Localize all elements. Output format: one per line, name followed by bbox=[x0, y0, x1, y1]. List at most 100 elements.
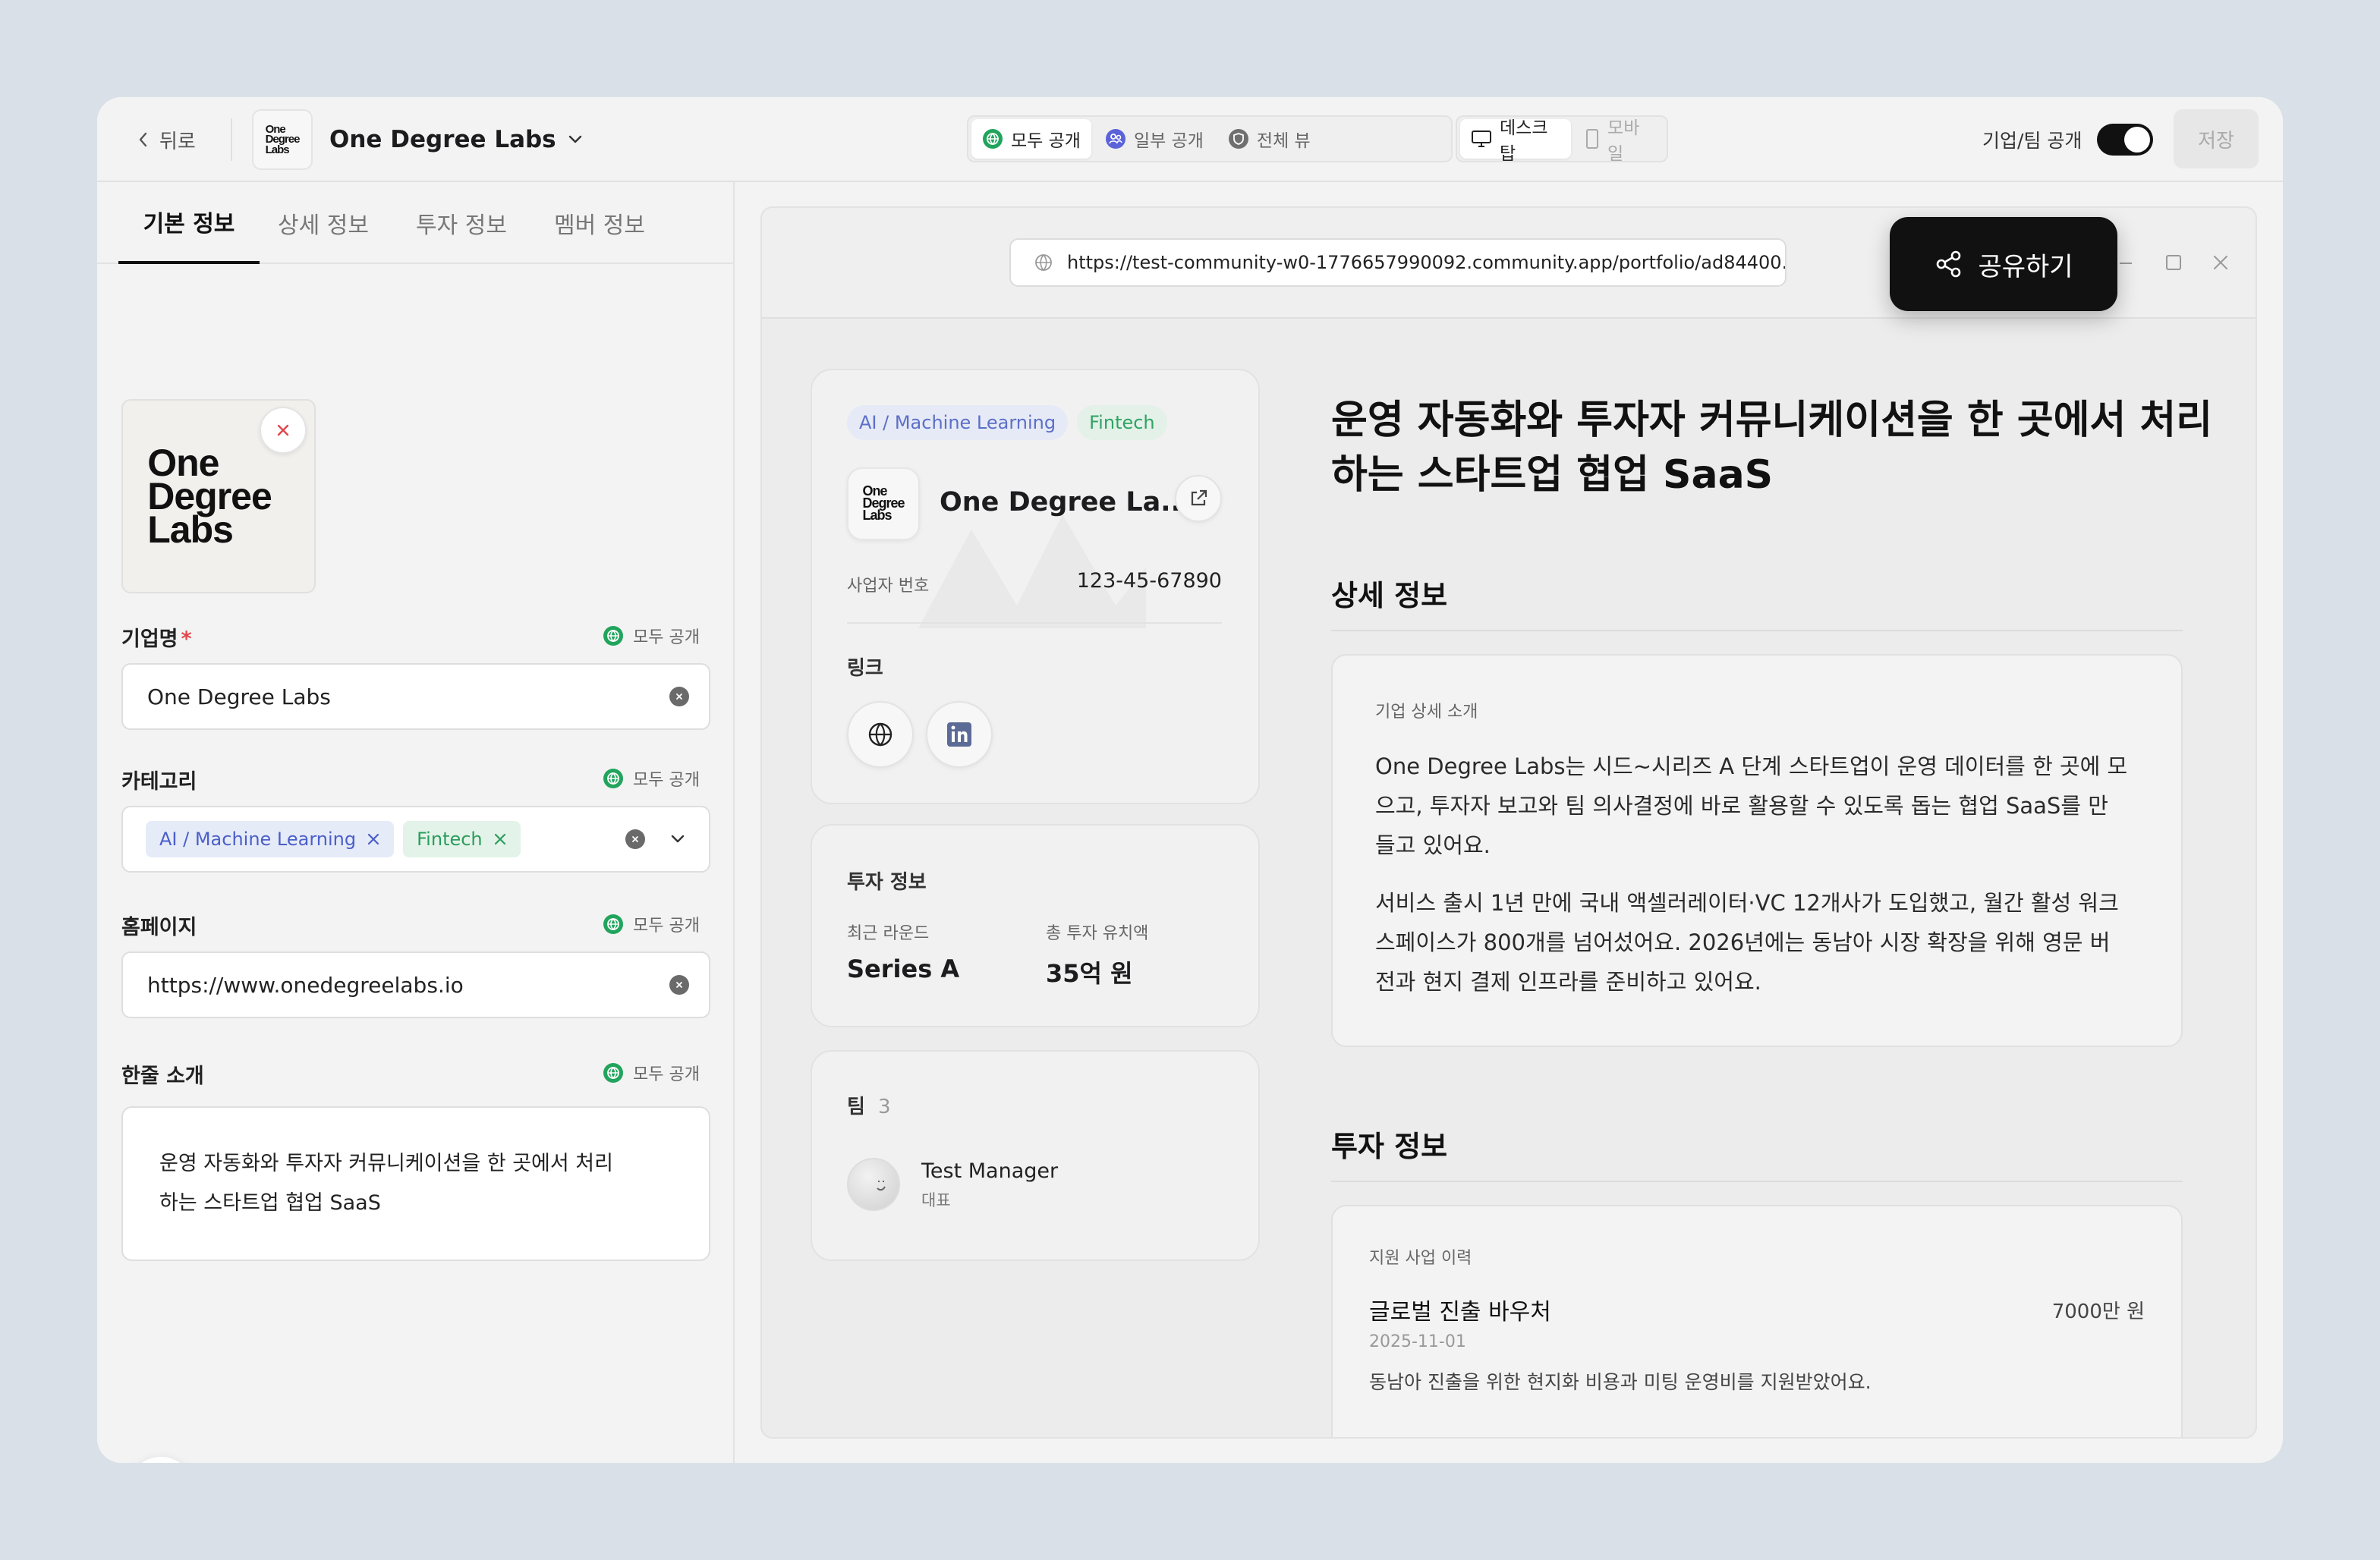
homepage-visibility[interactable]: 모두 공개 bbox=[603, 912, 700, 936]
headline-line: 하는 스타트업 협업 SaaS bbox=[1331, 452, 1774, 498]
close-icon[interactable] bbox=[493, 832, 507, 846]
category-select[interactable]: AI / Machine Learning Fintech bbox=[121, 806, 710, 873]
back-label: 뒤로 bbox=[159, 130, 196, 153]
name-label-text: 기업명 bbox=[121, 627, 178, 651]
biz-number-value: 123-45-67890 bbox=[1076, 569, 1222, 593]
name-field-label: 기업명 * bbox=[121, 622, 192, 652]
program-name: 글로벌 진출 바우처 bbox=[1369, 1299, 1551, 1326]
website-link-button[interactable] bbox=[847, 701, 914, 768]
users-icon bbox=[1105, 128, 1126, 149]
member-role: 대표 bbox=[921, 1191, 951, 1209]
visibility-all-label: 모두 공개 bbox=[1011, 131, 1081, 151]
investment-heading: 투자 정보 bbox=[1331, 1130, 1448, 1163]
team-count: 3 bbox=[877, 1096, 891, 1118]
close-icon bbox=[275, 423, 291, 438]
remove-logo-button[interactable] bbox=[260, 407, 307, 454]
widget-button[interactable] bbox=[128, 1457, 194, 1463]
name-visibility[interactable]: 모두 공개 bbox=[603, 624, 700, 648]
chevron-down-icon[interactable] bbox=[669, 834, 686, 844]
close-icon[interactable] bbox=[2212, 253, 2230, 275]
divider bbox=[231, 118, 232, 161]
globe-icon bbox=[867, 721, 894, 748]
edit-tabs: 기본 정보 상세 정보 투자 정보 멤버 정보 bbox=[97, 182, 735, 264]
globe-icon bbox=[603, 914, 624, 935]
tag-label: Fintech bbox=[417, 829, 483, 850]
tag-label: AI / Machine Learning bbox=[159, 829, 357, 850]
program-date: 2025-11-01 bbox=[1369, 1332, 1466, 1351]
preview-headline: 운영 자동화와 투자자 커뮤니케이션을 한 곳에서 처리 하는 스타트업 협업 … bbox=[1331, 393, 2212, 502]
device-segment: 데스크탑 모바일 bbox=[1456, 115, 1668, 164]
category-tag-fintech: Fintech bbox=[1077, 405, 1167, 440]
support-history-label: 지원 사업 이력 bbox=[1369, 1249, 1472, 1268]
homepage-field-label: 홈페이지 bbox=[121, 916, 197, 939]
clear-icon[interactable] bbox=[625, 829, 645, 849]
save-button[interactable]: 저장 bbox=[2174, 109, 2259, 168]
category-tag-fintech: Fintech bbox=[403, 821, 521, 857]
tab-basic-info[interactable]: 기본 정보 bbox=[118, 182, 260, 264]
visibility-full-view-label: 전체 뷰 bbox=[1256, 131, 1311, 151]
close-icon[interactable] bbox=[367, 832, 380, 846]
watermark-shape bbox=[918, 514, 1146, 628]
profile-card: AI / Machine Learning Fintech One Degree… bbox=[811, 369, 1260, 804]
monitor-icon bbox=[1471, 129, 1492, 149]
detail-paragraph-1: One Degree Labs는 시드~시리즈 A 단계 스타트업이 운영 데이… bbox=[1375, 747, 2127, 865]
category-tag-ai: AI / Machine Learning bbox=[146, 821, 395, 857]
avatar[interactable] bbox=[847, 1158, 900, 1211]
paragraph-line: 스페이스가 800개를 넘어섰어요. 2026년에는 동남아 시장 확장을 위해… bbox=[1375, 929, 2111, 955]
tab-investment-info[interactable]: 투자 정보 bbox=[416, 182, 507, 264]
intro-field-label: 한줄 소개 bbox=[121, 1065, 204, 1088]
visibility-segment: 모두 공개 일부 공개 전체 뷰 bbox=[967, 115, 1453, 162]
clear-icon[interactable] bbox=[669, 975, 689, 995]
external-link-icon bbox=[1188, 488, 1209, 509]
intro-visibility[interactable]: 모두 공개 bbox=[603, 1061, 700, 1085]
maximize-icon[interactable] bbox=[2164, 253, 2183, 275]
linkedin-link-button[interactable] bbox=[926, 701, 993, 768]
investment-card-title: 투자 정보 bbox=[847, 871, 927, 894]
minimize-icon[interactable] bbox=[2117, 255, 2134, 275]
member-name[interactable]: Test Manager bbox=[921, 1159, 1058, 1183]
external-link-button[interactable] bbox=[1175, 475, 1222, 522]
preview-window: https://test-community-w0-1776657990092.… bbox=[760, 206, 2257, 1439]
support-history-box: 지원 사업 이력 글로벌 진출 바우처 7000만 원 2025-11-01 동… bbox=[1331, 1205, 2183, 1437]
visibility-all-button[interactable]: 모두 공개 bbox=[971, 119, 1091, 159]
share-icon bbox=[1934, 249, 1964, 279]
visibility-label: 모두 공개 bbox=[633, 771, 700, 790]
company-name-value: One Degree Labs bbox=[147, 684, 331, 709]
category-visibility[interactable]: 모두 공개 bbox=[603, 766, 700, 791]
program-description: 동남아 진출을 위한 현지화 비용과 미팅 운영비를 지원받았어요. bbox=[1369, 1371, 1872, 1393]
tab-detail-info[interactable]: 상세 정보 bbox=[278, 182, 369, 264]
preview-url: https://test-community-w0-1776657990092.… bbox=[1067, 252, 1787, 273]
device-mobile-button[interactable]: 모바일 bbox=[1574, 118, 1664, 164]
detail-box: 기업 상세 소개 One Degree Labs는 시드~시리즈 A 단계 스타… bbox=[1331, 654, 2183, 1047]
globe-icon bbox=[603, 1062, 624, 1084]
paragraph-line: 들고 있어요. bbox=[1375, 832, 1491, 858]
profile-logo: One Degree Labs bbox=[847, 467, 920, 540]
device-desktop-button[interactable]: 데스크탑 bbox=[1460, 118, 1572, 164]
biz-number-label: 사업자 번호 bbox=[847, 577, 930, 596]
clear-icon[interactable] bbox=[669, 687, 689, 706]
company-name-input[interactable]: One Degree Labs bbox=[121, 663, 710, 730]
detail-heading: 상세 정보 bbox=[1331, 579, 1448, 612]
visibility-partial-button[interactable]: 일부 공개 bbox=[1094, 119, 1214, 159]
visibility-full-view-button[interactable]: 전체 뷰 bbox=[1217, 119, 1321, 159]
visibility-partial-label: 일부 공개 bbox=[1133, 131, 1204, 151]
share-button[interactable]: 공유하기 bbox=[1890, 217, 2117, 311]
intro-line: 하는 스타트업 협업 SaaS bbox=[159, 1191, 381, 1215]
profile-tags: AI / Machine Learning Fintech bbox=[847, 405, 1167, 440]
paragraph-line: One Degree Labs는 시드~시리즈 A 단계 스타트업이 운영 데이… bbox=[1375, 753, 2128, 779]
intro-textarea[interactable]: 운영 자동화와 투자자 커뮤니케이션을 한 곳에서 처리 하는 스타트업 협업 … bbox=[121, 1106, 710, 1261]
company-logo-small: One Degree Labs bbox=[252, 109, 313, 170]
recent-round-label: 최근 라운드 bbox=[847, 924, 930, 943]
back-button[interactable]: 뒤로 bbox=[137, 123, 196, 156]
public-toggle[interactable] bbox=[2097, 124, 2154, 156]
divider bbox=[1331, 630, 2183, 631]
team-card-title: 팀 3 bbox=[847, 1091, 891, 1119]
visibility-label: 모두 공개 bbox=[633, 628, 700, 647]
profile-company-name: One Degree La... bbox=[940, 487, 1192, 517]
app-window: 뒤로 One Degree Labs One Degree Labs 모두 공개 bbox=[97, 97, 2283, 1463]
tab-member-info[interactable]: 멤버 정보 bbox=[554, 182, 645, 264]
homepage-input[interactable]: https://www.onedegreelabs.io bbox=[121, 951, 710, 1018]
company-switcher[interactable]: One Degree Labs bbox=[329, 123, 584, 156]
visibility-label: 모두 공개 bbox=[633, 917, 700, 936]
linkedin-icon bbox=[946, 722, 972, 747]
